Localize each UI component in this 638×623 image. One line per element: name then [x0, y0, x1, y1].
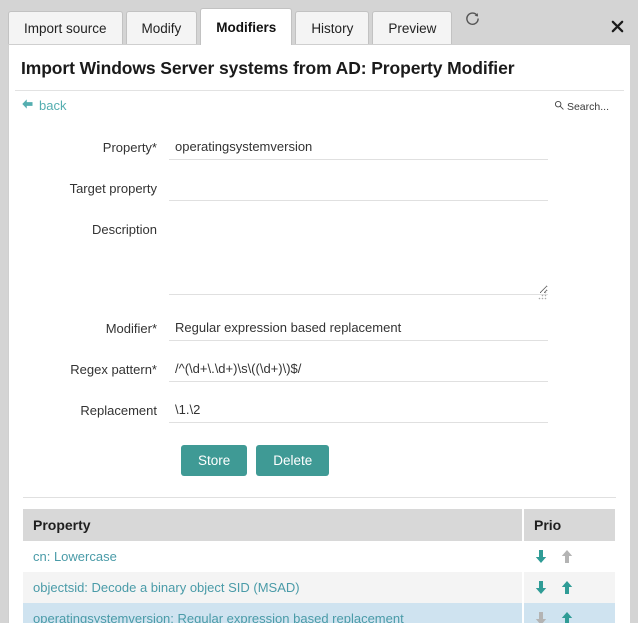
- refresh-icon: [465, 11, 480, 31]
- cell-prio: [523, 603, 615, 623]
- table-row[interactable]: cn: Lowercase: [23, 541, 615, 572]
- field-wrap-modifier: [169, 318, 630, 341]
- move-down-button[interactable]: [534, 580, 548, 595]
- back-link-label: back: [39, 98, 66, 113]
- prio-arrows: [534, 580, 605, 595]
- tab-list: Import source Modify Modifiers History P…: [0, 0, 455, 45]
- description-textarea[interactable]: [169, 219, 548, 295]
- label-property: Property*: [9, 137, 169, 155]
- application-window: Import source Modify Modifiers History P…: [0, 0, 638, 623]
- table-head: Property Prio: [23, 509, 615, 541]
- store-button[interactable]: Store: [181, 445, 247, 476]
- form-row-description: Description: [9, 219, 630, 300]
- cell-property[interactable]: objectsid: Decode a binary object SID (M…: [23, 572, 523, 603]
- tab-modifiers[interactable]: Modifiers: [200, 8, 292, 45]
- cell-prio: [523, 572, 615, 603]
- move-down-button: [534, 611, 548, 623]
- move-up-button: [560, 549, 574, 564]
- tab-label: Import source: [24, 21, 107, 36]
- cell-property[interactable]: cn: Lowercase: [23, 541, 523, 572]
- prio-arrows: [534, 549, 605, 564]
- tab-label: History: [311, 21, 353, 36]
- label-modifier: Modifier*: [9, 318, 169, 336]
- tab-label: Modify: [142, 21, 182, 36]
- field-wrap-replacement: [169, 400, 630, 423]
- move-up-button[interactable]: [560, 580, 574, 595]
- cell-property[interactable]: operatingsystemversion: Regular expressi…: [23, 603, 523, 623]
- table-row[interactable]: operatingsystemversion: Regular expressi…: [23, 603, 615, 623]
- tab-history[interactable]: History: [295, 11, 369, 45]
- label-description: Description: [9, 219, 169, 237]
- refresh-button[interactable]: [455, 0, 490, 45]
- field-wrap-regex-pattern: [169, 359, 630, 382]
- page-content: Import Windows Server systems from AD: P…: [8, 44, 630, 623]
- form-row-replacement: Replacement: [9, 400, 630, 423]
- description-wrapper: [169, 219, 548, 300]
- modifiers-table: Property Prio cn: Lowercase: [23, 509, 615, 623]
- form-row-modifier: Modifier*: [9, 318, 630, 341]
- property-input[interactable]: [169, 137, 548, 160]
- close-icon: [610, 19, 625, 34]
- arrow-left-icon: [21, 98, 34, 113]
- tab-preview[interactable]: Preview: [372, 11, 452, 45]
- tab-bar: Import source Modify Modifiers History P…: [0, 0, 638, 45]
- cell-prio: [523, 541, 615, 572]
- label-target-property: Target property: [9, 178, 169, 196]
- delete-button[interactable]: Delete: [256, 445, 329, 476]
- form-row-property: Property*: [9, 137, 630, 160]
- tab-modify[interactable]: Modify: [126, 11, 198, 45]
- property-modifier-form: Property* Target property Description: [9, 123, 630, 476]
- page-title: Import Windows Server systems from AD: P…: [15, 45, 624, 91]
- target-property-input[interactable]: [169, 178, 548, 201]
- tab-label: Preview: [388, 21, 436, 36]
- label-replacement: Replacement: [9, 400, 169, 418]
- field-wrap-description: [169, 219, 630, 300]
- field-wrap-target-property: [169, 178, 630, 201]
- label-regex-pattern: Regex pattern*: [9, 359, 169, 377]
- table-body: cn: Lowercase objectsid: Decod: [23, 541, 615, 623]
- field-wrap-property: [169, 137, 630, 160]
- search-icon: [554, 100, 564, 113]
- section-divider: [23, 497, 616, 498]
- form-row-target-property: Target property: [9, 178, 630, 201]
- close-button[interactable]: [608, 17, 626, 35]
- modifier-input[interactable]: [169, 318, 548, 341]
- replacement-input[interactable]: [169, 400, 548, 423]
- move-up-button[interactable]: [560, 611, 574, 623]
- regex-pattern-input[interactable]: [169, 359, 548, 382]
- tab-label: Modifiers: [216, 20, 276, 35]
- prio-arrows: [534, 611, 605, 623]
- table-header-row: Property Prio: [23, 509, 615, 541]
- toolbar: back Search...: [15, 91, 624, 123]
- column-header-prio[interactable]: Prio: [523, 509, 615, 541]
- back-link[interactable]: back: [21, 98, 66, 113]
- column-header-property[interactable]: Property: [23, 509, 523, 541]
- form-actions: Store Delete: [181, 445, 630, 476]
- form-row-regex-pattern: Regex pattern*: [9, 359, 630, 382]
- tab-import-source[interactable]: Import source: [8, 11, 123, 45]
- search-input[interactable]: Search...: [554, 100, 609, 113]
- table-row[interactable]: objectsid: Decode a binary object SID (M…: [23, 572, 615, 603]
- search-placeholder-label: Search...: [567, 101, 609, 113]
- move-down-button[interactable]: [534, 549, 548, 564]
